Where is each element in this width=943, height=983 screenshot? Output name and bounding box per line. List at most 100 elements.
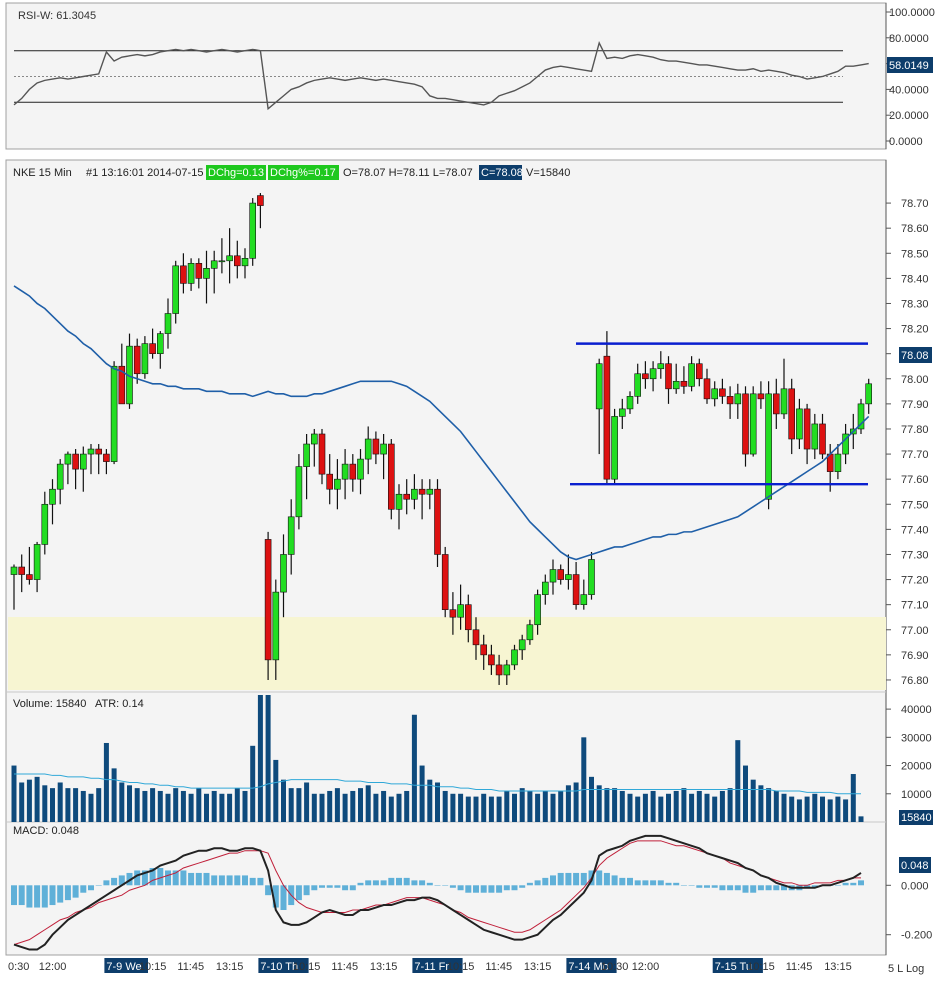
candle-body: [796, 408, 803, 440]
macd-histogram-bar: [72, 885, 79, 898]
stock-chart[interactable]: 78.7078.6078.5078.4078.3078.2078.1078.00…: [0, 0, 943, 983]
macd-histogram-bar: [503, 885, 510, 891]
candle-body: [511, 649, 518, 666]
macd-histogram-bar: [411, 880, 418, 886]
macd-histogram-bar: [188, 872, 195, 886]
time-label: 13:15: [524, 961, 552, 973]
time-label: 13:15: [370, 961, 398, 973]
candle-body: [649, 368, 657, 380]
candle-body: [518, 639, 526, 651]
candle-body: [95, 448, 102, 455]
volume-bar: [781, 793, 787, 822]
volume-bar: [835, 796, 841, 822]
macd-histogram-bar: [488, 885, 495, 893]
volume-bar: [789, 796, 795, 822]
volume-bar: [766, 788, 772, 822]
volume-bar: [858, 816, 864, 822]
volume-bar: [50, 788, 55, 822]
candle-body: [187, 263, 195, 284]
candle-body: [719, 388, 726, 397]
rsi-tick-label: 80.0000: [889, 33, 929, 45]
candle-body: [395, 493, 403, 510]
macd-histogram-bar: [249, 877, 256, 886]
volume-bar: [596, 785, 602, 822]
price-tick-label: 77.80: [901, 424, 929, 436]
macd-histogram-bar: [372, 880, 379, 886]
volume-bar: [73, 788, 79, 822]
volume-bar: [165, 793, 171, 822]
candle-body: [457, 604, 464, 618]
macd-histogram-bar: [742, 885, 749, 893]
macd-histogram-bar: [211, 875, 218, 886]
candle-body: [426, 488, 434, 495]
volume-bar: [635, 796, 641, 822]
candle-body: [472, 629, 480, 646]
time-label: 10:30: [601, 961, 629, 973]
volume-bar: [827, 799, 833, 822]
macd-histogram-bar: [665, 882, 672, 886]
candle-body: [326, 473, 334, 490]
volume-bar: [689, 793, 695, 822]
candle-body: [103, 453, 110, 462]
volume-bar: [311, 793, 317, 822]
candle-body: [580, 594, 588, 605]
candle-body: [695, 363, 703, 380]
ohlc-values: O=78.07 H=78.11 L=78.07: [343, 167, 473, 179]
candle-body: [33, 544, 41, 580]
candle-body: [387, 443, 395, 510]
price-tick-label: 77.70: [901, 449, 929, 461]
macd-histogram-bar: [688, 885, 695, 886]
macd-histogram-bar: [580, 872, 587, 886]
candle-body: [10, 566, 18, 575]
time-label: 10:15: [293, 961, 321, 973]
candle-body: [634, 373, 642, 397]
volume-bar: [458, 793, 464, 822]
candle-body: [742, 393, 749, 455]
volume-bar: [673, 790, 679, 822]
candle-body: [149, 343, 156, 354]
macd-histogram-bar: [357, 882, 364, 886]
volume-bar: [581, 737, 587, 822]
volume-bar: [604, 788, 610, 822]
candle-body: [672, 380, 680, 390]
price-tick-label: 77.30: [901, 549, 929, 561]
candle-body: [18, 566, 26, 575]
macd-histogram-bar: [550, 875, 556, 886]
macd-histogram-bar: [834, 885, 841, 886]
candle-body: [803, 408, 811, 450]
dchg-value: DChg=0.13: [208, 167, 264, 179]
candle-body: [87, 448, 95, 455]
volume-bar: [750, 779, 756, 822]
candle-body: [203, 268, 210, 279]
macd-histogram-bar: [80, 885, 87, 893]
macd-histogram-bar: [727, 885, 734, 891]
price-tick-label: 77.10: [901, 600, 929, 612]
volume-bar: [365, 785, 371, 822]
time-label: 11:45: [177, 961, 204, 973]
volume-bar: [527, 790, 533, 822]
macd-histogram-bar: [858, 880, 864, 886]
candle-body: [318, 433, 326, 475]
macd-histogram-bar: [696, 885, 703, 888]
macd-histogram-bar: [34, 885, 41, 908]
volume-bar: [42, 785, 48, 822]
candle-body: [680, 380, 688, 387]
candle-body: [49, 488, 56, 505]
candle-body: [688, 363, 695, 387]
volume-bar: [735, 740, 741, 822]
volume-bar: [719, 790, 725, 822]
volume-bar: [327, 790, 333, 822]
price-tick-label: 77.00: [901, 625, 929, 637]
volume-bar: [26, 779, 32, 822]
macd-histogram-bar: [388, 877, 395, 886]
volume-bar: [442, 790, 448, 822]
volume-bar: [288, 788, 294, 822]
volume-bar: [381, 790, 387, 822]
macd-histogram-bar: [842, 882, 849, 886]
volume-bar: [211, 790, 217, 822]
macd-histogram-bar: [349, 885, 356, 891]
macd-histogram-bar: [603, 872, 610, 886]
macd-histogram-bar: [11, 885, 17, 906]
candle-body: [234, 255, 241, 267]
time-label: 0:30: [8, 961, 29, 973]
